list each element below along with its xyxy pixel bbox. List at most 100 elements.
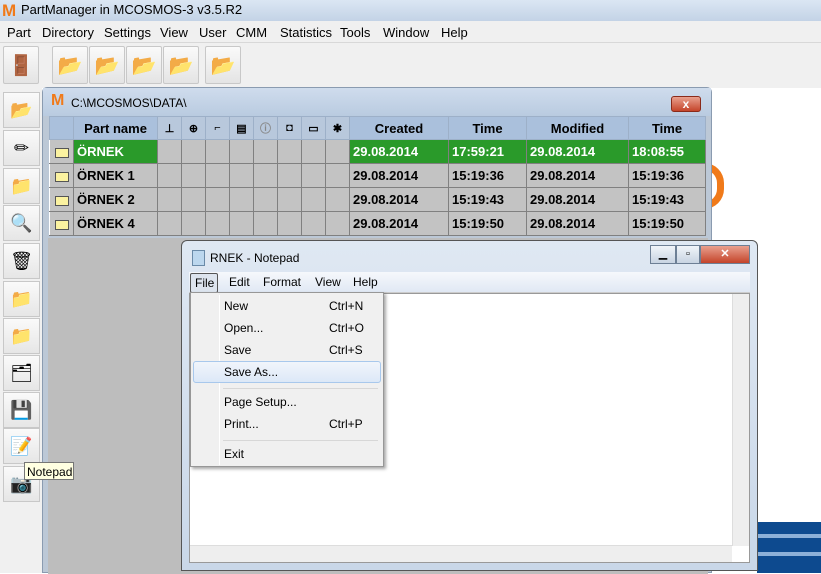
menu-item-open[interactable]: Open... Ctrl+O	[193, 317, 381, 339]
created-cell: 29.08.2014	[349, 187, 449, 212]
menu-directory[interactable]: Directory	[42, 25, 94, 40]
save-button[interactable]: 💾	[3, 392, 40, 428]
info-icon: ⓘ	[253, 116, 278, 140]
app-title: PartManager in MCOSMOS-3 v3.5.R2	[21, 2, 243, 17]
delete-icon: 🗑	[10, 250, 33, 271]
icon-cell	[325, 187, 350, 212]
folder-settings-button[interactable]: 📂	[126, 46, 162, 84]
table-row[interactable]: ÖRNEK 4 29.08.2014 15:19:50 29.08.2014 15:19…	[49, 211, 706, 236]
part-name-cell[interactable]: ÖRNEK 2	[73, 187, 158, 212]
menu-file-label[interactable]: File	[195, 276, 214, 290]
menu-item-save[interactable]: Save Ctrl+S	[193, 339, 381, 361]
icon-cell	[325, 211, 350, 236]
app-logo: M	[2, 1, 17, 20]
menu-user[interactable]: User	[199, 25, 226, 40]
icon-cell	[157, 163, 182, 188]
delete-button[interactable]: 🗑	[3, 243, 40, 279]
icon-cell	[253, 163, 278, 188]
menu-part[interactable]: Part	[7, 25, 31, 40]
time2-cell: 15:19:43	[628, 187, 706, 212]
menu-edit[interactable]: Edit	[229, 275, 250, 289]
menu-help[interactable]: Help	[353, 275, 378, 289]
menu-item-new[interactable]: New Ctrl+N	[193, 295, 381, 317]
icon-cell	[277, 139, 302, 164]
created-cell: 29.08.2014	[349, 139, 449, 164]
menu-tools[interactable]: Tools	[340, 25, 370, 40]
multi-folders-button[interactable]: 📁	[3, 318, 40, 354]
header-blank	[49, 116, 74, 140]
table-row[interactable]: ÖRNEK 29.08.2014 17:59:21 29.08.2014 18:08:5…	[49, 139, 706, 164]
icon-cell	[205, 211, 230, 236]
tooltip: Notepad	[24, 462, 74, 480]
icon-cell	[205, 163, 230, 188]
menu-format[interactable]: Format	[263, 275, 301, 289]
header-part-name[interactable]: Part name	[73, 116, 158, 140]
folder-edit-icon: 📂	[210, 54, 236, 77]
menu-statistics[interactable]: Statistics	[280, 25, 332, 40]
menu-window[interactable]: Window	[383, 25, 429, 40]
folder-edit-button[interactable]: 📂	[205, 46, 241, 84]
menu-settings[interactable]: Settings	[104, 25, 151, 40]
header-time-modified[interactable]: Time	[628, 116, 706, 140]
folder-report-button[interactable]: 📂	[52, 46, 88, 84]
modified-cell: 29.08.2014	[526, 211, 629, 236]
icon-cell	[229, 211, 254, 236]
part-name-cell[interactable]: ÖRNEK	[73, 139, 158, 164]
toolbar: 🚪 📂 📂 📂 📂 📂	[0, 43, 821, 88]
icon-cell	[229, 187, 254, 212]
icon-cell	[181, 139, 206, 164]
icon-cell	[229, 163, 254, 188]
search-icon: 🔍	[10, 212, 33, 233]
time1-cell: 15:19:36	[448, 163, 527, 188]
part-name-cell[interactable]: ÖRNEK 4	[73, 211, 158, 236]
notepad-title: RNEK - Notepad	[210, 251, 300, 265]
minimize-button[interactable]: ▁	[650, 245, 676, 264]
folder-icon	[54, 219, 69, 230]
exit-button[interactable]: 🚪	[3, 46, 39, 84]
menu-view[interactable]: View	[160, 25, 188, 40]
header-created[interactable]: Created	[349, 116, 449, 140]
horizontal-scrollbar[interactable]	[190, 545, 732, 562]
header-modified[interactable]: Modified	[526, 116, 629, 140]
table-row[interactable]: ÖRNEK 1 29.08.2014 15:19:36 29.08.2014 15:19…	[49, 163, 706, 188]
icon-cell	[301, 139, 326, 164]
left-toolbar: 📂 ✏ 📁 🔍 🗑 📁 📁 🗂 💾 📝 📷	[0, 88, 42, 573]
background-banner	[757, 522, 821, 573]
move-button[interactable]: 📁	[3, 168, 40, 204]
window-icon: ▭	[301, 116, 326, 140]
menu-item-page-setup[interactable]: Page Setup...	[193, 391, 381, 413]
open-folders-button[interactable]: 📂	[3, 92, 40, 128]
part-name-cell[interactable]: ÖRNEK 1	[73, 163, 158, 188]
menu-view[interactable]: View	[315, 275, 341, 289]
multi-folders-icon: 📁	[10, 325, 33, 346]
notepad-button[interactable]: 📝	[3, 428, 40, 464]
created-cell: 29.08.2014	[349, 211, 449, 236]
icon-cell	[253, 139, 278, 164]
close-button[interactable]: ✕	[700, 245, 750, 264]
save-icon: 💾	[10, 399, 33, 420]
menu-item-exit[interactable]: Exit	[193, 443, 381, 465]
tree-button[interactable]: 🗂	[3, 355, 40, 391]
icon-cell	[205, 187, 230, 212]
folder-button[interactable]: 📂	[89, 46, 125, 84]
edit-button[interactable]: ✏	[3, 130, 40, 166]
menu-help[interactable]: Help	[441, 25, 468, 40]
copy-folders-button[interactable]: 📁	[3, 281, 40, 317]
menu-item-save-as[interactable]: Save As...	[193, 361, 381, 383]
maximize-button[interactable]: ▫	[676, 245, 700, 264]
menu-item-print[interactable]: Print... Ctrl+P	[193, 413, 381, 435]
vertical-scrollbar[interactable]	[732, 294, 749, 546]
window-logo: M	[51, 92, 65, 109]
close-button[interactable]: x	[671, 96, 701, 112]
search-button[interactable]: 🔍	[3, 205, 40, 241]
icon-cell	[253, 187, 278, 212]
header-time[interactable]: Time	[448, 116, 527, 140]
icon-cell	[277, 211, 302, 236]
modified-cell: 29.08.2014	[526, 187, 629, 212]
folder-cmm-button[interactable]: 📂	[163, 46, 199, 84]
menu-cmm[interactable]: CMM	[236, 25, 267, 40]
folder-icon	[54, 171, 69, 182]
gear-icon: ✱	[325, 116, 350, 140]
table-row[interactable]: ÖRNEK 2 29.08.2014 15:19:43 29.08.2014 15:19…	[49, 187, 706, 212]
time1-cell: 17:59:21	[448, 139, 527, 164]
